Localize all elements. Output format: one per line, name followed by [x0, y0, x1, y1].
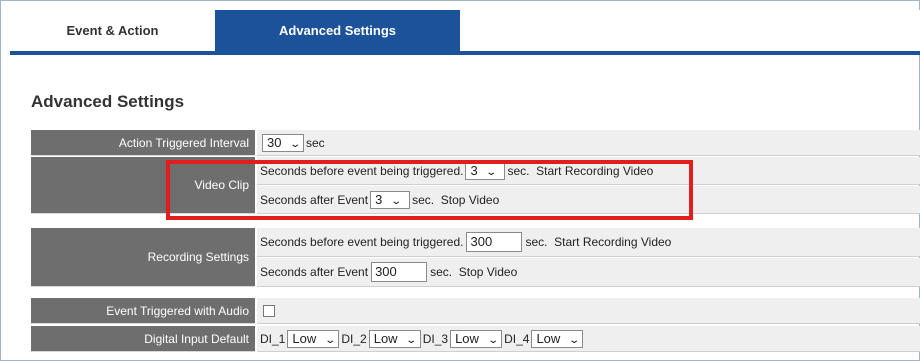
event-audio-row [257, 298, 920, 324]
chevron-down-icon: ⌄ [289, 138, 302, 150]
action-interval-unit: sec [306, 135, 325, 150]
chevron-down-icon: ⌄ [390, 195, 403, 207]
action-triggered-interval-label: Action Triggered Interval [31, 130, 255, 156]
video-clip-after-row: Seconds after Event 3 ⌄ sec. Stop Video [257, 186, 920, 214]
video-clip-before-value: 3 [470, 162, 478, 178]
digital-input-row: DI_1 Low ⌄ DI_2 Low ⌄ DI_3 Low ⌄ DI_4 Lo… [257, 326, 920, 352]
chevron-down-icon: ⌄ [405, 334, 418, 346]
recording-before-row: Seconds before event being triggered. 30… [257, 228, 920, 257]
recording-after-row: Seconds after Event 300 sec. Stop Video [257, 258, 920, 287]
video-clip-after-suffix: sec. Stop Video [412, 192, 500, 207]
tab-bar: Event & Action Advanced Settings [10, 10, 920, 55]
event-audio-label: Event Triggered with Audio [31, 298, 255, 324]
di-4-value: Low [536, 330, 561, 346]
recording-settings-label: Recording Settings [31, 228, 255, 287]
event-audio-checkbox[interactable] [263, 304, 275, 317]
di-3-label: DI_3 [422, 331, 449, 346]
action-interval-select[interactable]: 30 ⌄ [262, 133, 304, 152]
di-3-value: Low [455, 330, 479, 346]
section-title: Advanced Settings [31, 92, 185, 111]
di-1-select[interactable]: Low ⌄ [287, 329, 340, 348]
video-clip-before-suffix: sec. Start Recording Video [507, 163, 654, 178]
settings-table: Action Triggered Interval 30 ⌄ sec Video… [31, 130, 920, 360]
chevron-down-icon: ⌄ [485, 166, 498, 178]
recording-before-text: Seconds before event being triggered. [260, 235, 464, 249]
recording-after-suffix: sec. Stop Video [430, 265, 518, 279]
video-clip-after-value: 3 [375, 191, 383, 207]
action-interval-value: 30 [267, 134, 282, 150]
di-2-value: Low [373, 330, 398, 346]
di-4-select[interactable]: Low ⌄ [531, 329, 584, 348]
video-clip-after-select[interactable]: 3 ⌄ [370, 190, 411, 209]
recording-before-suffix: sec. Start Recording Video [525, 235, 672, 249]
chevron-down-icon: ⌄ [486, 334, 499, 346]
digital-input-label: Digital Input Default [31, 326, 255, 352]
recording-before-input[interactable]: 300 [466, 232, 523, 252]
tab-advanced-settings[interactable]: Advanced Settings [215, 10, 460, 51]
recording-after-input[interactable]: 300 [371, 262, 428, 282]
video-clip-label: Video Clip [31, 157, 255, 214]
video-clip-before-select[interactable]: 3 ⌄ [465, 161, 506, 180]
di-1-value: Low [292, 330, 317, 346]
di-4-label: DI_4 [504, 331, 530, 346]
action-triggered-interval-row: 30 ⌄ sec [257, 130, 920, 156]
recording-after-text: Seconds after Event [260, 265, 369, 279]
chevron-down-icon: ⌄ [324, 334, 336, 346]
video-clip-after-text: Seconds after Event [260, 192, 369, 207]
video-clip-before-row: Seconds before event being triggered. 3 … [257, 157, 920, 185]
di-3-select[interactable]: Low ⌄ [450, 329, 503, 348]
tab-event-action[interactable]: Event & Action [10, 10, 216, 51]
chevron-down-icon: ⌄ [568, 334, 580, 346]
di-2-label: DI_2 [341, 331, 367, 346]
di-2-select[interactable]: Low ⌄ [368, 329, 421, 348]
di-1-label: DI_1 [260, 331, 286, 346]
video-clip-before-text: Seconds before event being triggered. [260, 163, 464, 178]
